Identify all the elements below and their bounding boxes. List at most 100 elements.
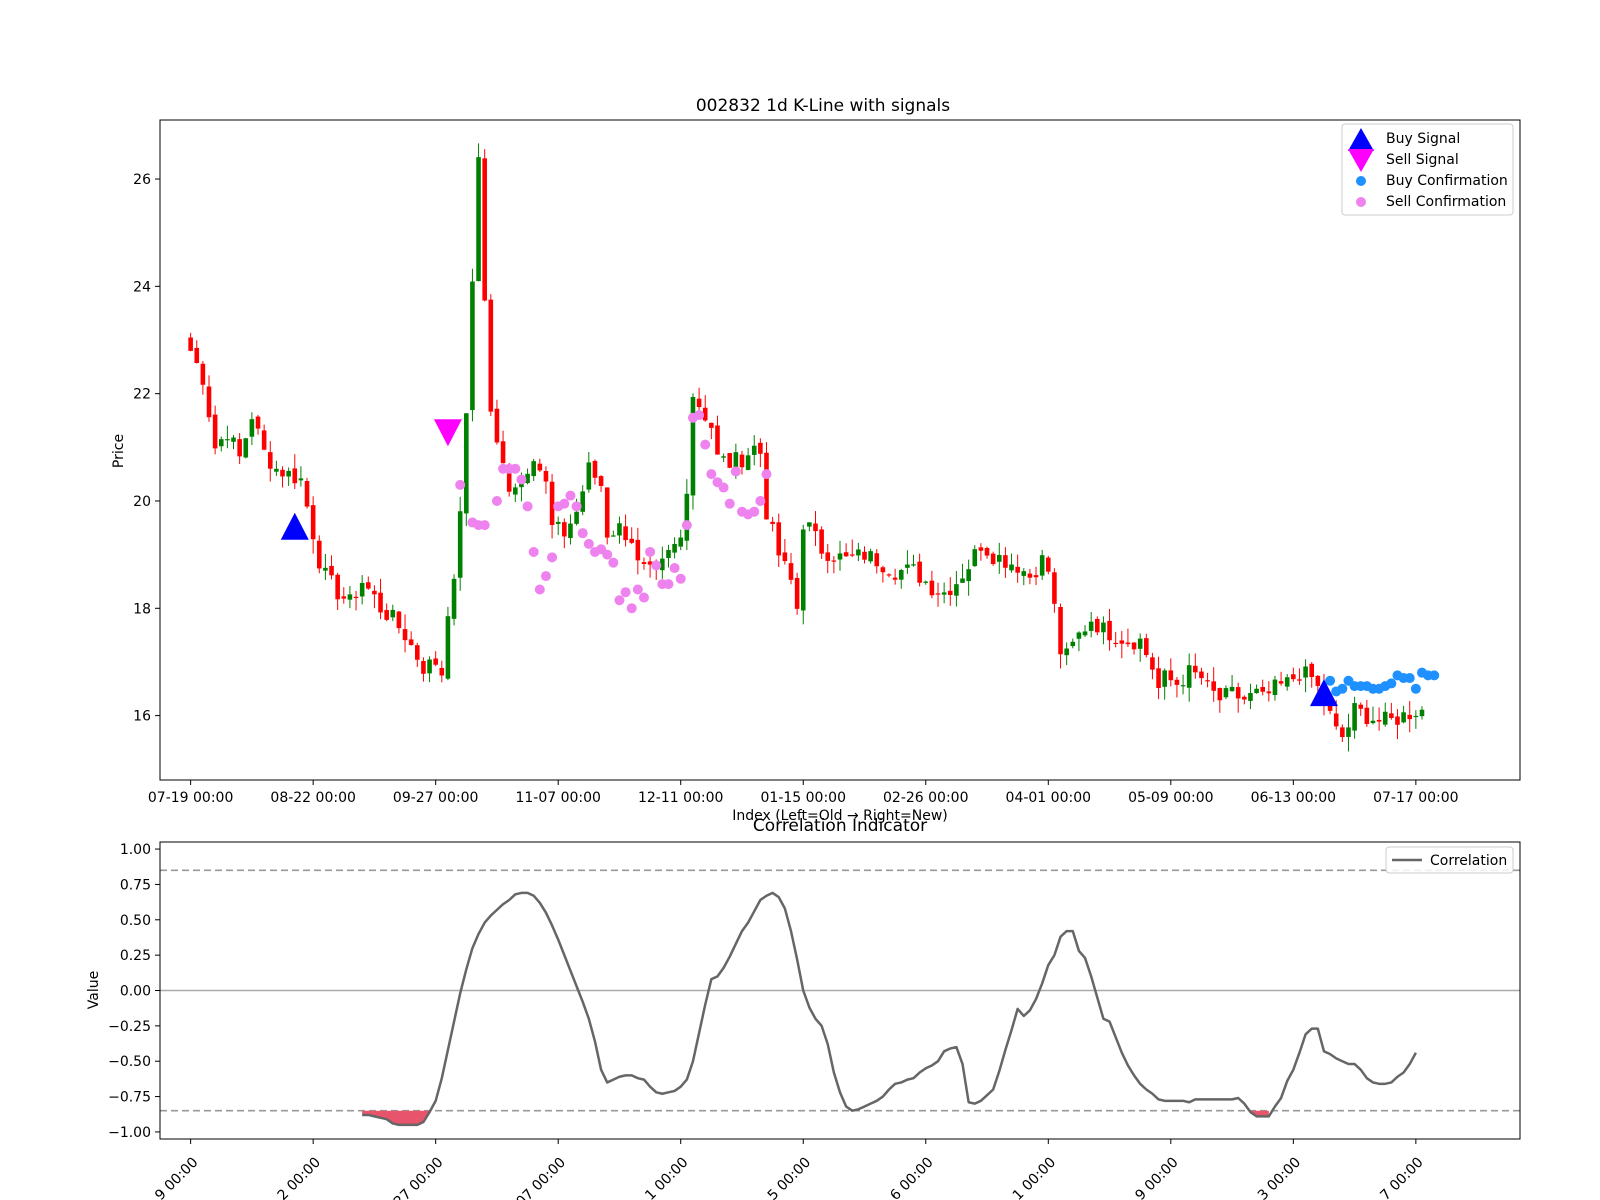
candle-body	[1076, 632, 1082, 639]
candle-body	[562, 522, 567, 537]
candle-body	[1095, 618, 1100, 633]
kline-x-tick-label: 06-13 00:00	[1251, 790, 1336, 806]
candle-body	[1137, 638, 1143, 649]
candle-body	[611, 535, 616, 537]
sell-confirmation-point	[528, 546, 539, 557]
sell-confirmation-point	[571, 501, 582, 512]
kline-x-tick-label: 04-01 00:00	[1006, 790, 1091, 806]
candle-body	[1021, 571, 1027, 576]
candle-body	[274, 468, 279, 472]
candle-body	[1015, 566, 1020, 573]
candle-body	[310, 505, 316, 540]
candle-body	[1376, 719, 1382, 722]
kline-y-tick-label: 22	[133, 387, 151, 403]
buy-confirmation-point	[1337, 683, 1348, 694]
candle-body	[1358, 704, 1364, 709]
candle-body	[194, 347, 200, 364]
kline-y-tick-label: 24	[133, 279, 151, 295]
candle-body	[415, 645, 420, 660]
kline-title: 002832 1d K-Line with signals	[696, 96, 950, 116]
sell-confirmation-point	[694, 410, 705, 421]
figure: 002832 1d K-Line with signals 16 18 20 22 24…	[0, 0, 1600, 1200]
candle-body	[359, 582, 365, 597]
candle-body	[1364, 707, 1370, 725]
candle-body	[1340, 727, 1345, 738]
candle-body	[1180, 685, 1186, 687]
candle-body	[868, 551, 873, 562]
kline-x-tick-label: 01-15 00:00	[761, 790, 846, 806]
candle-body	[923, 581, 929, 583]
legend-sell-confirmation: Sell Confirmation	[1386, 194, 1506, 210]
legend-sell-signal: Sell Signal	[1386, 152, 1459, 168]
kline-y-tick-label: 18	[133, 601, 151, 617]
sell-confirmation-point	[510, 463, 521, 474]
correlation-y-tick-label: 0.25	[120, 948, 151, 964]
kline-y-tick-label: 26	[133, 172, 151, 188]
candle-body	[1217, 688, 1223, 701]
candle-body	[1272, 679, 1278, 696]
candle-body	[935, 593, 941, 595]
sell-confirmation-point	[651, 560, 662, 571]
candle-body	[1107, 620, 1112, 641]
candle-body	[1186, 665, 1192, 688]
candle-body	[984, 548, 990, 556]
candle-body	[825, 552, 831, 561]
candle-body	[580, 491, 585, 512]
sell-confirmation-point	[583, 538, 594, 549]
buy-confirmation-legend-icon	[1356, 176, 1366, 186]
candle-body	[1205, 680, 1210, 682]
kline-x-tick-label: 07-17 00:00	[1373, 790, 1458, 806]
candle-body	[457, 511, 463, 578]
candle-body	[758, 442, 763, 454]
candle-body	[1315, 675, 1321, 686]
candle-body	[598, 476, 604, 487]
candle-body	[421, 661, 426, 674]
candle-body	[1064, 648, 1069, 656]
candle-body	[1009, 564, 1014, 571]
legend-buy-confirmation: Buy Confirmation	[1386, 173, 1508, 189]
candle-body	[1235, 687, 1241, 699]
candle-body	[1266, 691, 1272, 694]
candle-body	[402, 629, 408, 641]
candle-body	[1058, 607, 1063, 655]
candle-body	[1113, 642, 1118, 645]
candle-body	[200, 363, 206, 385]
candle-body	[1254, 688, 1259, 694]
candle-body	[696, 398, 702, 408]
candle-body	[1333, 713, 1339, 727]
sell-confirmation-point	[516, 474, 527, 485]
candle-body	[482, 158, 487, 301]
candle-body	[1297, 679, 1302, 681]
candle-body	[831, 560, 837, 562]
candle-body	[433, 658, 438, 665]
kline-x-tick-label: 09-27 00:00	[393, 790, 478, 806]
candle-body	[1395, 716, 1400, 725]
candle-body	[1144, 638, 1149, 656]
candle-body	[794, 577, 800, 609]
candle-body	[1125, 642, 1131, 645]
candle-body	[905, 564, 910, 568]
candle-body	[353, 596, 359, 599]
kline-x-tick-label: 02-26 00:00	[883, 790, 968, 806]
candle-body	[1199, 671, 1204, 679]
candle-body	[672, 543, 677, 553]
candle-body	[574, 511, 579, 524]
candle-body	[543, 470, 549, 482]
candle-body	[947, 590, 953, 596]
correlation-y-tick-label: −0.25	[108, 1019, 151, 1035]
sell-confirmation-point	[522, 501, 533, 512]
candle-body	[451, 578, 457, 619]
candle-body	[500, 441, 506, 464]
candle-body	[1088, 621, 1094, 631]
candle-body	[206, 386, 212, 418]
sell-confirmation-point	[638, 592, 649, 603]
candle-body	[764, 452, 769, 520]
sell-confirmation-point	[577, 528, 588, 539]
candle-body	[188, 337, 193, 351]
candle-body	[243, 438, 249, 458]
candle-body	[684, 493, 690, 541]
candle-body	[1156, 668, 1161, 689]
candle-body	[470, 281, 475, 411]
candle-body	[886, 574, 892, 576]
candle-body	[770, 521, 775, 524]
